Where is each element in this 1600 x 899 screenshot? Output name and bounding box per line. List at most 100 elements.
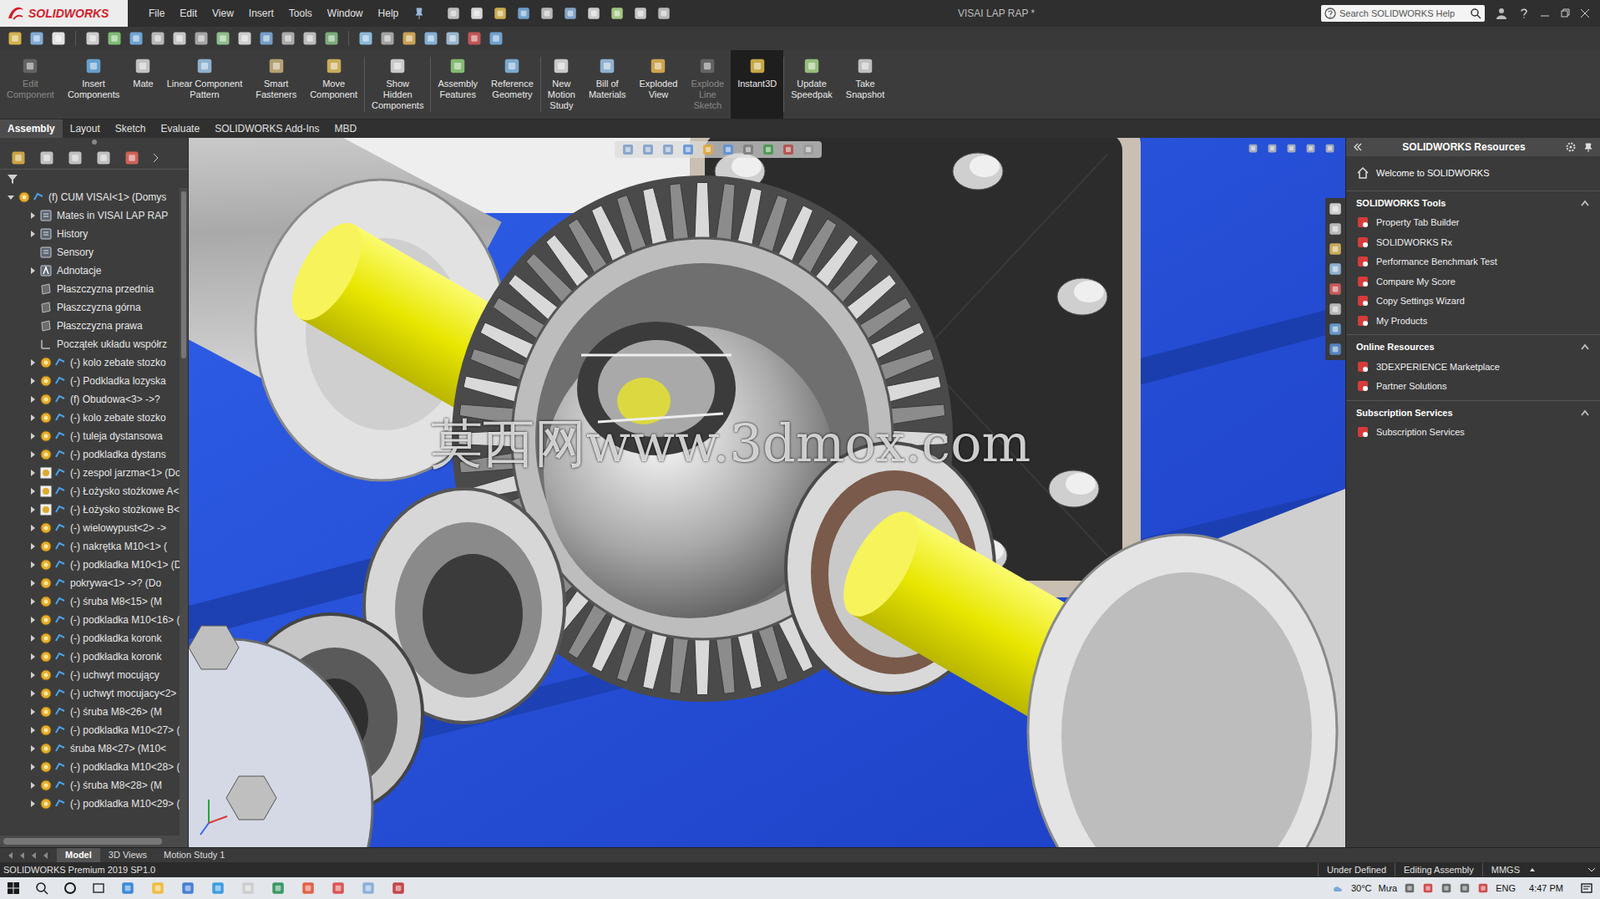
view-tool-icon[interactable] [681,142,695,157]
task-pane-tab-icon[interactable] [1327,321,1343,337]
quick-access-icon[interactable] [516,5,532,21]
search-icon[interactable] [35,881,49,895]
resource-item[interactable]: Performance Benchmark Test [1356,254,1590,269]
ribbon-button-icon[interactable] [84,56,103,76]
tree-item[interactable]: (-) kolo zebate stozko [0,353,180,372]
view-tool-icon[interactable] [661,142,675,157]
taskbar-app-icon[interactable] [180,880,196,896]
tree-item[interactable]: History [0,224,180,244]
ribbon-button[interactable]: Update Speedpak [784,50,840,119]
menu-item[interactable]: Window [319,5,371,21]
weather-icon[interactable] [1331,881,1345,895]
graphics-area[interactable]: 莫西网www.3dmox.com [188,137,1346,847]
ribbon-button-icon[interactable] [855,56,875,76]
search-icon[interactable] [1469,7,1482,20]
taskbar-app-icon[interactable] [120,880,136,896]
question-icon[interactable] [1518,7,1530,20]
tree-scrollbar[interactable] [179,187,188,836]
tree-item[interactable]: (-) podkładka koronk [0,647,180,666]
toolbar-icon[interactable] [323,30,340,47]
toolbar-icon[interactable] [149,30,167,47]
tree-item[interactable]: (-) kolo zebate stozko [0,408,180,427]
ribbon-button[interactable]: Instant3D [730,50,784,119]
taskbar-app-icon[interactable] [210,880,226,896]
tree-item[interactable]: Płaszczyzna górna [0,298,180,317]
welcome-link[interactable]: Welcome to SOLIDWORKS [1346,156,1600,191]
ribbon-button-icon[interactable] [324,56,344,76]
toolbar-icon[interactable] [400,30,418,47]
model-tab[interactable]: Model [56,847,101,862]
tree-item[interactable]: (-) tuleja dystansowa [0,426,180,446]
collapsed-arrow-icon[interactable] [28,762,37,771]
tree-item[interactable]: (-) podkladka M10<27> (D [0,720,180,740]
taskbar-app-icon[interactable] [330,880,346,896]
toolbar-icon[interactable] [50,30,67,47]
tree-item[interactable]: Mates in VISAI LAP RAP [0,206,180,225]
tray-icon[interactable] [1458,881,1471,894]
ribbon-button-icon[interactable] [133,56,152,76]
resource-item[interactable]: Copy Settings Wizard [1356,293,1590,309]
toolbar-icon[interactable] [258,30,275,47]
toolbar-icon[interactable] [84,30,102,47]
toolbar-icon[interactable] [357,30,375,47]
collapsed-arrow-icon[interactable] [28,799,37,808]
tray-icon[interactable] [1477,881,1489,894]
manager-tab-icon[interactable] [66,149,84,167]
collapsed-arrow-icon[interactable] [28,468,37,477]
resource-item[interactable]: 3DEXPERIENCE Marketplace [1356,359,1590,375]
tree-item[interactable]: (f) Obudowa<3> ->? [0,389,180,409]
tree-item[interactable]: pokrywa<1> ->? (Do [0,573,180,593]
more-tabs-icon[interactable] [151,152,159,163]
taskbar-app-icon[interactable] [390,880,406,896]
tab-scroll-icon[interactable] [41,850,51,860]
model-render[interactable] [188,137,1346,847]
tree-item[interactable]: (-) podkladka M10<1> (D [0,555,180,574]
tree-item[interactable]: Adnotacje [0,261,180,280]
panel-handle[interactable] [91,139,97,145]
tree-item[interactable]: Płaszczyzna przednia [0,279,180,299]
collapsed-arrow-icon[interactable] [28,578,37,588]
user-icon[interactable] [1494,6,1509,21]
toolbar-icon[interactable] [192,30,210,47]
ribbon-button-icon[interactable] [502,56,522,76]
tray-icon[interactable] [1422,881,1434,894]
status-field[interactable]: MMGS [1482,862,1529,877]
collapsed-arrow-icon[interactable] [28,211,37,220]
quick-access-icon[interactable] [586,5,602,21]
toolbar-icon[interactable] [379,30,396,47]
toolbar-icon[interactable] [106,30,123,47]
taskbar-app-icon[interactable] [360,880,376,896]
tree-item[interactable]: (-) uchwyt mocujacy<2> ( [0,683,180,703]
toolbar-icon[interactable] [214,30,232,47]
collapsed-arrow-icon[interactable] [28,652,37,661]
tree-item[interactable]: (-) śruba M8<15> (M [0,592,180,611]
collapse-section-icon[interactable] [1579,198,1590,208]
collapsed-arrow-icon[interactable] [28,413,37,422]
tree-item[interactable]: (-) wielowypust<2> -> [0,518,180,537]
task-pane-tab-icon[interactable] [1327,261,1343,277]
ribbon-button[interactable]: Take Snapshot [839,50,892,119]
tray-icon[interactable] [1440,881,1453,894]
ribbon-button-icon[interactable] [802,56,821,76]
tree-item[interactable]: Początek układu współrz [0,334,180,354]
taskbar-app-icon[interactable] [300,880,316,896]
collapsed-arrow-icon[interactable] [28,541,37,551]
tab-scroll-icon[interactable] [18,850,27,860]
task-pane-tab-icon[interactable] [1327,281,1343,297]
collapsed-arrow-icon[interactable] [28,431,37,441]
ribbon-button[interactable]: Mate [126,50,160,119]
collapsed-arrow-icon[interactable] [28,615,37,624]
collapsed-arrow-icon[interactable] [28,486,37,496]
toolbar-icon[interactable] [28,30,46,47]
tab-scroll-icon[interactable] [30,850,39,860]
collapsed-arrow-icon[interactable] [28,394,37,404]
toolbar-icon[interactable] [301,30,319,47]
ribbon-button[interactable]: Insert Components [60,50,127,119]
tree-item[interactable]: (-) podkladka dystans [0,445,180,464]
tree-item[interactable]: (f) CUM VISAI<1> (Domys [0,187,180,207]
ribbon-button-icon[interactable] [597,56,617,76]
tree-item[interactable]: (-) zespol jarzma<1> (Dom [0,463,180,482]
task-pane-tab-icon[interactable] [1327,341,1343,357]
taskbar-app-icon[interactable] [270,880,286,896]
quick-access-icon[interactable] [632,5,649,21]
